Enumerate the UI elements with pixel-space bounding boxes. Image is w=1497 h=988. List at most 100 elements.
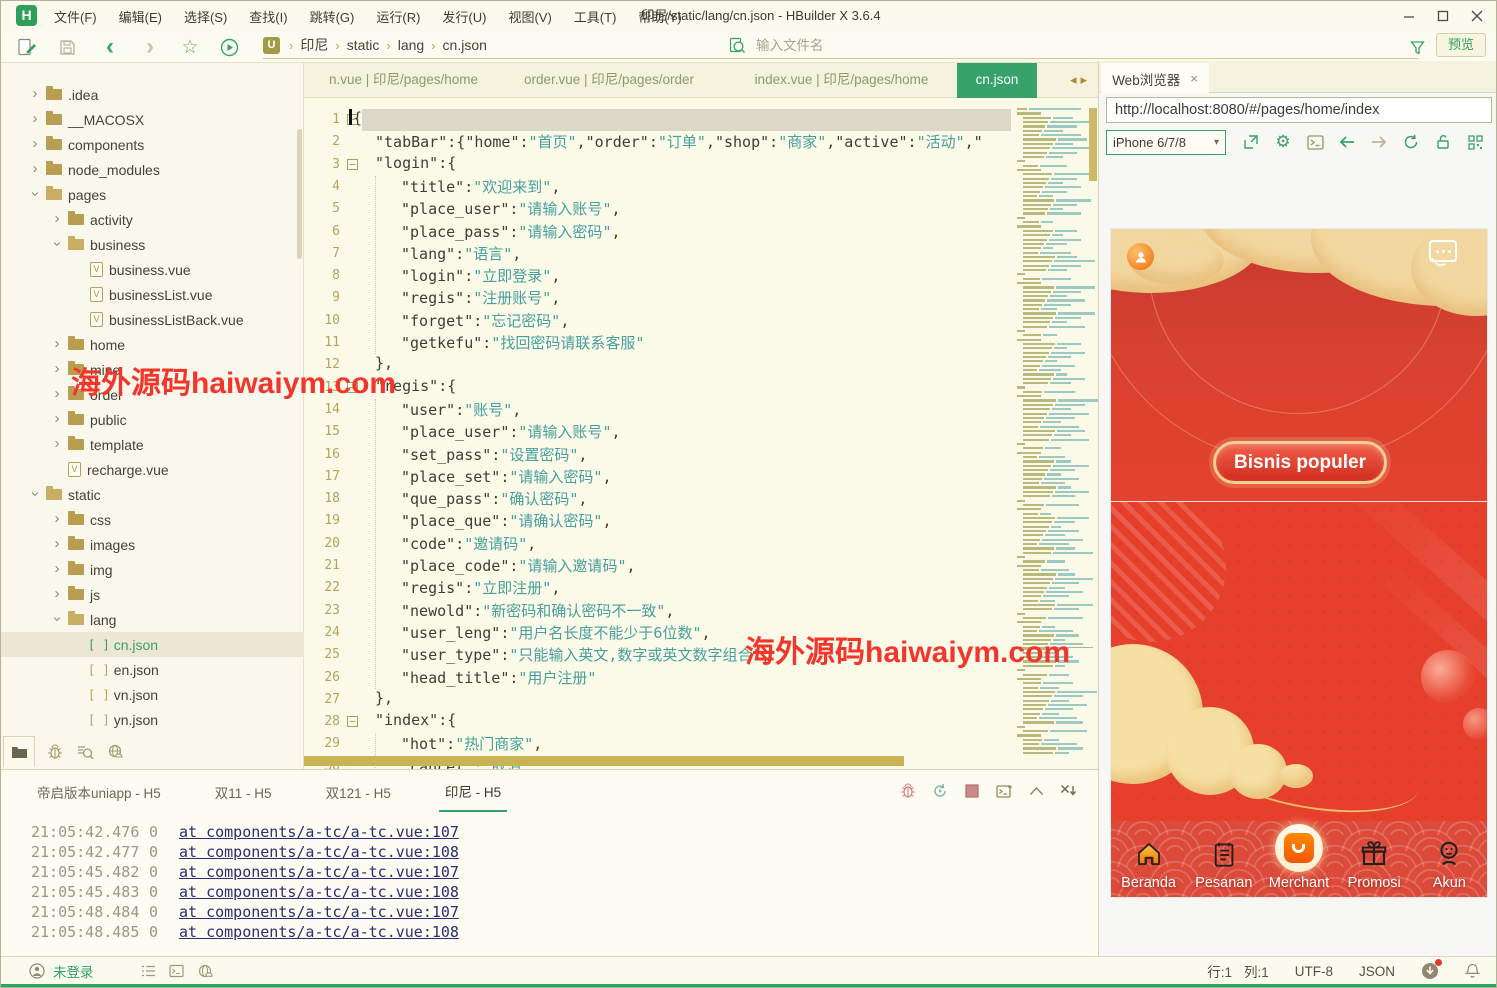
refresh-icon[interactable] <box>1396 130 1426 155</box>
tree-item-js[interactable]: ›js <box>1 582 304 607</box>
encoding-label[interactable]: UTF-8 <box>1295 964 1333 979</box>
bookmark-star-icon[interactable]: ☆ <box>177 34 203 60</box>
filter-funnel-icon[interactable] <box>1404 34 1430 60</box>
tree-item-components[interactable]: ›components <box>1 132 304 157</box>
preview-button[interactable]: 预览 <box>1436 33 1486 57</box>
settings-gear-icon[interactable]: ⚙ <box>1268 130 1298 155</box>
menu-item-4[interactable]: 跳转(G) <box>299 7 366 26</box>
menu-item-5[interactable]: 运行(R) <box>365 7 431 26</box>
close-button[interactable] <box>1460 1 1494 31</box>
console-tab-3[interactable]: 双121 - H5 <box>320 772 397 811</box>
language-mode-label[interactable]: JSON <box>1359 964 1395 979</box>
search-panel-icon[interactable] <box>75 742 95 762</box>
log-source-link[interactable]: at components/a-tc/a-tc.vue:107 <box>179 902 459 922</box>
tree-item-__MACOSX[interactable]: ›__MACOSX <box>1 107 304 132</box>
tree-item-businessListBack.vue[interactable]: VbusinessListBack.vue <box>1 307 304 332</box>
tree-item-recharge.vue[interactable]: Vrecharge.vue <box>1 457 304 482</box>
code-line-11[interactable]: 11"getkefu":"找回密码请联系客服" <box>304 332 1011 354</box>
save-icon[interactable] <box>54 34 80 60</box>
code-line-3[interactable]: 3–"login":{ <box>304 154 1011 176</box>
code-line-6[interactable]: 6"place_pass":"请输入密码", <box>304 221 1011 243</box>
close-all-icon[interactable] <box>1058 781 1078 801</box>
code-line-19[interactable]: 19"place_que":"请确认密码", <box>304 510 1011 532</box>
log-source-link[interactable]: at components/a-tc/a-tc.vue:108 <box>179 882 459 902</box>
navigate-forward-icon[interactable]: › <box>137 34 163 60</box>
stop-icon[interactable] <box>962 781 982 801</box>
tree-item-home[interactable]: ›home <box>1 332 304 357</box>
tree-item-public[interactable]: ›public <box>1 407 304 432</box>
unlock-icon[interactable] <box>1428 130 1458 155</box>
app-tab-promosi[interactable]: Promosi <box>1337 821 1412 897</box>
bell-icon[interactable] <box>1465 963 1480 979</box>
search-input[interactable] <box>754 37 1354 54</box>
tree-item-img[interactable]: ›img <box>1 557 304 582</box>
tree-item-vn.json[interactable]: [ ]vn.json <box>1 682 304 707</box>
menu-item-2[interactable]: 选择(S) <box>173 7 238 26</box>
code-line-1[interactable]: 1–{ <box>304 109 1011 131</box>
explorer-tab-button[interactable] <box>3 736 35 767</box>
menu-item-1[interactable]: 编辑(E) <box>108 7 173 26</box>
browser-forward-icon[interactable] <box>1364 130 1394 155</box>
breadcrumb-item[interactable]: lang <box>398 37 424 53</box>
tree-item-businessList.vue[interactable]: VbusinessList.vue <box>1 282 304 307</box>
breadcrumb-item[interactable]: static <box>347 37 380 53</box>
breadcrumb-item[interactable]: cn.json <box>443 37 487 53</box>
globe-sync-icon[interactable] <box>105 742 125 762</box>
breadcrumb-item[interactable]: 印尼 <box>300 35 328 55</box>
globe-cloud-icon[interactable] <box>197 964 214 979</box>
open-external-icon[interactable] <box>1236 130 1266 155</box>
url-input[interactable] <box>1106 97 1492 123</box>
bisnis-populer-button[interactable]: Bisnis populer <box>1213 441 1387 484</box>
code-line-13[interactable]: 13–"regis":{ <box>304 377 1011 399</box>
code-line-9[interactable]: 9"regis":"注册账号", <box>304 287 1011 309</box>
log-source-link[interactable]: at components/a-tc/a-tc.vue:108 <box>179 842 459 862</box>
app-tab-pesanan[interactable]: Pesanan <box>1186 821 1261 897</box>
maximize-button[interactable] <box>1426 1 1460 31</box>
tree-item-business.vue[interactable]: Vbusiness.vue <box>1 257 304 282</box>
code-line-14[interactable]: 14"user":"账号", <box>304 399 1011 421</box>
minimize-button[interactable] <box>1392 1 1426 31</box>
editor-tab-2[interactable]: order.vue | 印尼/pages/order <box>500 63 718 97</box>
tree-item-template[interactable]: ›template <box>1 432 304 457</box>
debug-bug-icon[interactable] <box>45 742 65 762</box>
editor-tab-4[interactable]: cn.json <box>957 63 1037 98</box>
code-line-15[interactable]: 15"place_user":"请输入账号", <box>304 421 1011 443</box>
console-tab-2[interactable]: 双11 - H5 <box>209 772 278 811</box>
restart-icon[interactable] <box>930 781 950 801</box>
editor-tab-3[interactable]: index.vue | 印尼/pages/home <box>729 63 954 97</box>
new-file-icon[interactable] <box>13 34 39 60</box>
update-icon[interactable] <box>1421 962 1439 980</box>
tree-item-images[interactable]: ›images <box>1 532 304 557</box>
web-browser-tab[interactable]: Web浏览器 × <box>1101 63 1209 94</box>
task-list-icon[interactable] <box>141 964 156 978</box>
fold-toggle[interactable]: – <box>347 159 358 170</box>
app-tab-akun[interactable]: Akun <box>1412 821 1487 897</box>
code-line-20[interactable]: 20"code":"邀请码", <box>304 533 1011 555</box>
qrcode-icon[interactable] <box>1460 130 1490 155</box>
menu-item-3[interactable]: 查找(I) <box>238 7 298 26</box>
console-terminal-icon[interactable] <box>1300 130 1330 155</box>
code-line-17[interactable]: 17"place_set":"请输入密码", <box>304 466 1011 488</box>
log-source-link[interactable]: at components/a-tc/a-tc.vue:108 <box>179 922 459 942</box>
tree-item-lang[interactable]: ›lang <box>1 607 304 632</box>
sidebar-scrollbar[interactable] <box>297 129 302 259</box>
code-line-2[interactable]: 2"tabBar":{"home":"首页","order":"订单","sho… <box>304 131 1011 153</box>
menu-item-7[interactable]: 视图(V) <box>497 7 562 26</box>
tree-item-yn.json[interactable]: [ ]yn.json <box>1 707 304 732</box>
menu-item-0[interactable]: 文件(F) <box>43 7 108 26</box>
code-line-12[interactable]: 12}, <box>304 354 1011 376</box>
code-line-23[interactable]: 23"newold":"新密码和确认密码不一致", <box>304 600 1011 622</box>
code-line-5[interactable]: 5"place_user":"请输入账号", <box>304 198 1011 220</box>
code-line-16[interactable]: 16"set_pass":"设置密码", <box>304 444 1011 466</box>
fold-toggle[interactable]: – <box>347 716 358 727</box>
vertical-scrollbar[interactable] <box>1089 108 1097 181</box>
app-tab-merchant[interactable]: Merchant <box>1261 821 1336 897</box>
tree-item-css[interactable]: ›css <box>1 507 304 532</box>
tree-item-cn.json[interactable]: [ ]cn.json <box>1 632 304 657</box>
debug-bug-icon[interactable] <box>898 781 918 801</box>
tab-scroll-arrows[interactable]: ◂▸ <box>1070 72 1091 88</box>
tree-item-.idea[interactable]: ›.idea <box>1 82 304 107</box>
menu-item-6[interactable]: 发行(U) <box>431 7 497 26</box>
code-line-10[interactable]: 10"forget":"忘记密码", <box>304 310 1011 332</box>
code-line-18[interactable]: 18"que_pass":"确认密码", <box>304 488 1011 510</box>
